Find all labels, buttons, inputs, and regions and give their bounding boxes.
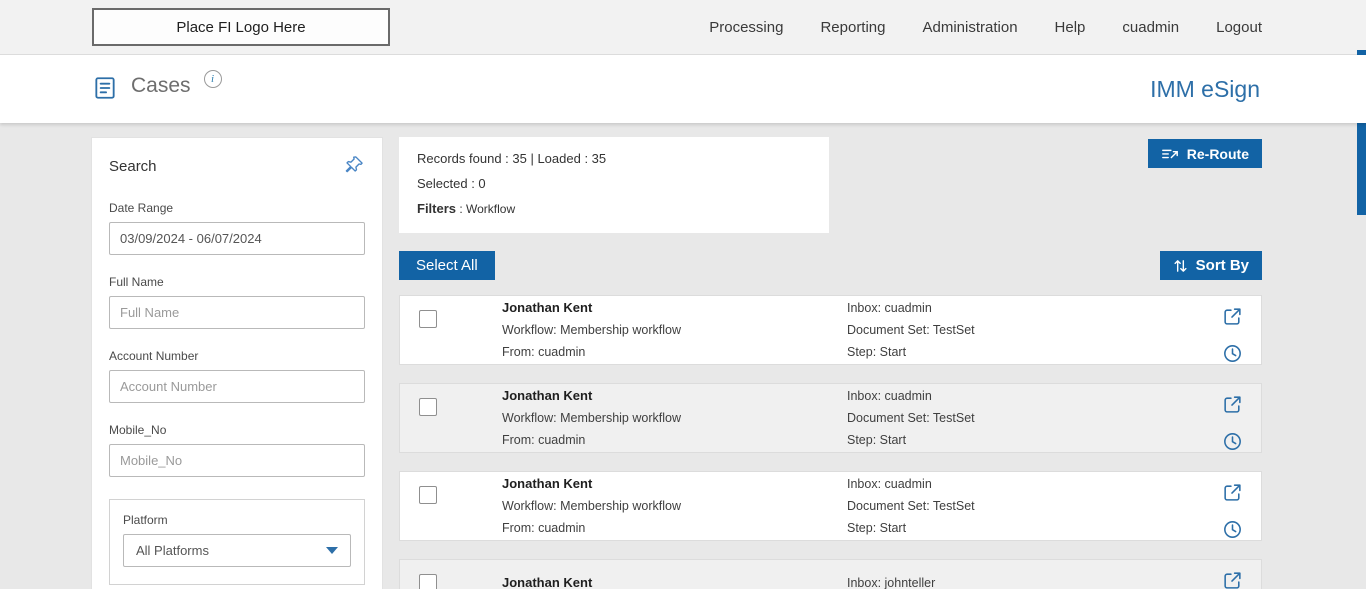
- platform-label: Platform: [123, 513, 351, 527]
- case-docset: Document Set: TestSet: [847, 407, 1222, 429]
- filters-label: Filters: [417, 201, 456, 216]
- case-inbox: Inbox: cuadmin: [847, 385, 1222, 407]
- case-workflow: Workflow: Membership workflow: [502, 495, 847, 517]
- case-row: Jonathan Kent Workflow: Membership workf…: [399, 383, 1262, 453]
- date-range-label: Date Range: [109, 201, 365, 215]
- case-checkbox[interactable]: [419, 486, 437, 504]
- open-case-icon[interactable]: [1222, 482, 1243, 508]
- open-case-icon[interactable]: [1222, 394, 1243, 420]
- case-row: Jonathan Kent Workflow: Membership workf…: [399, 295, 1262, 365]
- open-case-icon[interactable]: [1222, 306, 1243, 332]
- case-row: Jonathan Kent Workflow: Membership workf…: [399, 559, 1262, 589]
- page-header: Cases i IMM eSign: [0, 55, 1366, 123]
- pin-icon[interactable]: [343, 154, 365, 181]
- full-name-input[interactable]: [109, 296, 365, 329]
- case-name: Jonathan Kent: [502, 297, 847, 319]
- platform-select[interactable]: All Platforms: [123, 534, 351, 567]
- top-bar: Place FI Logo Here Processing Reporting …: [0, 0, 1366, 55]
- account-number-input[interactable]: [109, 370, 365, 403]
- cases-icon: [92, 74, 118, 107]
- case-from: From: cuadmin: [502, 429, 847, 451]
- sort-by-button[interactable]: Sort By: [1160, 251, 1262, 280]
- date-range-input[interactable]: [109, 222, 365, 255]
- case-name: Jonathan Kent: [502, 572, 847, 589]
- chevron-down-caret: [326, 547, 338, 554]
- case-name: Jonathan Kent: [502, 385, 847, 407]
- case-from: From: cuadmin: [502, 341, 847, 363]
- mobile-no-input[interactable]: [109, 444, 365, 477]
- case-checkbox[interactable]: [419, 310, 437, 328]
- history-clock-icon[interactable]: [1222, 519, 1243, 545]
- nav-reporting[interactable]: Reporting: [820, 19, 885, 36]
- case-row: Jonathan Kent Workflow: Membership workf…: [399, 471, 1262, 541]
- search-panel: Search Date Range Full Name Account Numb…: [91, 137, 383, 589]
- open-case-icon[interactable]: [1222, 570, 1243, 589]
- info-icon[interactable]: i: [204, 70, 222, 88]
- case-from: From: cuadmin: [502, 517, 847, 539]
- sort-icon: [1173, 258, 1188, 274]
- case-workflow: Workflow: Membership workflow: [502, 319, 847, 341]
- top-nav: Processing Reporting Administration Help…: [709, 19, 1262, 36]
- page-title: Cases: [131, 72, 191, 100]
- fi-logo-placeholder: Place FI Logo Here: [92, 8, 390, 46]
- case-step: Step: Start: [847, 517, 1222, 539]
- filters-text: Filters : Workflow: [417, 201, 811, 217]
- selected-count-text: Selected : 0: [417, 176, 811, 192]
- results-summary: Records found : 35 | Loaded : 35 Selecte…: [399, 137, 829, 233]
- fi-logo-text: Place FI Logo Here: [176, 19, 305, 36]
- reroute-button[interactable]: Re-Route: [1148, 139, 1262, 168]
- content-area: Search Date Range Full Name Account Numb…: [0, 123, 1366, 589]
- case-step: Step: Start: [847, 341, 1222, 363]
- cases-main: Records found : 35 | Loaded : 35 Selecte…: [399, 137, 1262, 589]
- nav-username[interactable]: cuadmin: [1122, 19, 1179, 36]
- platform-group: Platform All Platforms: [109, 499, 365, 585]
- mobile-no-label: Mobile_No: [109, 423, 365, 437]
- case-inbox: Inbox: johnteller: [847, 572, 1222, 589]
- search-panel-title: Search: [109, 154, 157, 175]
- nav-processing[interactable]: Processing: [709, 19, 783, 36]
- case-checkbox[interactable]: [419, 398, 437, 416]
- case-docset: Document Set: TestSet: [847, 319, 1222, 341]
- case-list: Jonathan Kent Workflow: Membership workf…: [399, 295, 1262, 589]
- platform-selected-value: All Platforms: [136, 543, 209, 558]
- case-workflow: Workflow: Membership workflow: [502, 407, 847, 429]
- nav-administration[interactable]: Administration: [923, 19, 1018, 36]
- case-checkbox[interactable]: [419, 574, 437, 589]
- case-name: Jonathan Kent: [502, 473, 847, 495]
- brand-title: IMM eSign: [1150, 76, 1260, 103]
- nav-help[interactable]: Help: [1055, 19, 1086, 36]
- nav-logout[interactable]: Logout: [1216, 19, 1262, 36]
- case-docset: Document Set: TestSet: [847, 495, 1222, 517]
- filters-value: : Workflow: [459, 202, 515, 216]
- case-inbox: Inbox: cuadmin: [847, 297, 1222, 319]
- reroute-icon: [1161, 146, 1179, 161]
- full-name-label: Full Name: [109, 275, 365, 289]
- case-step: Step: Start: [847, 429, 1222, 451]
- select-all-button[interactable]: Select All: [399, 251, 495, 280]
- history-clock-icon[interactable]: [1222, 431, 1243, 457]
- case-inbox: Inbox: cuadmin: [847, 473, 1222, 495]
- history-clock-icon[interactable]: [1222, 343, 1243, 369]
- records-found-text: Records found : 35 | Loaded : 35: [417, 151, 811, 167]
- account-number-label: Account Number: [109, 349, 365, 363]
